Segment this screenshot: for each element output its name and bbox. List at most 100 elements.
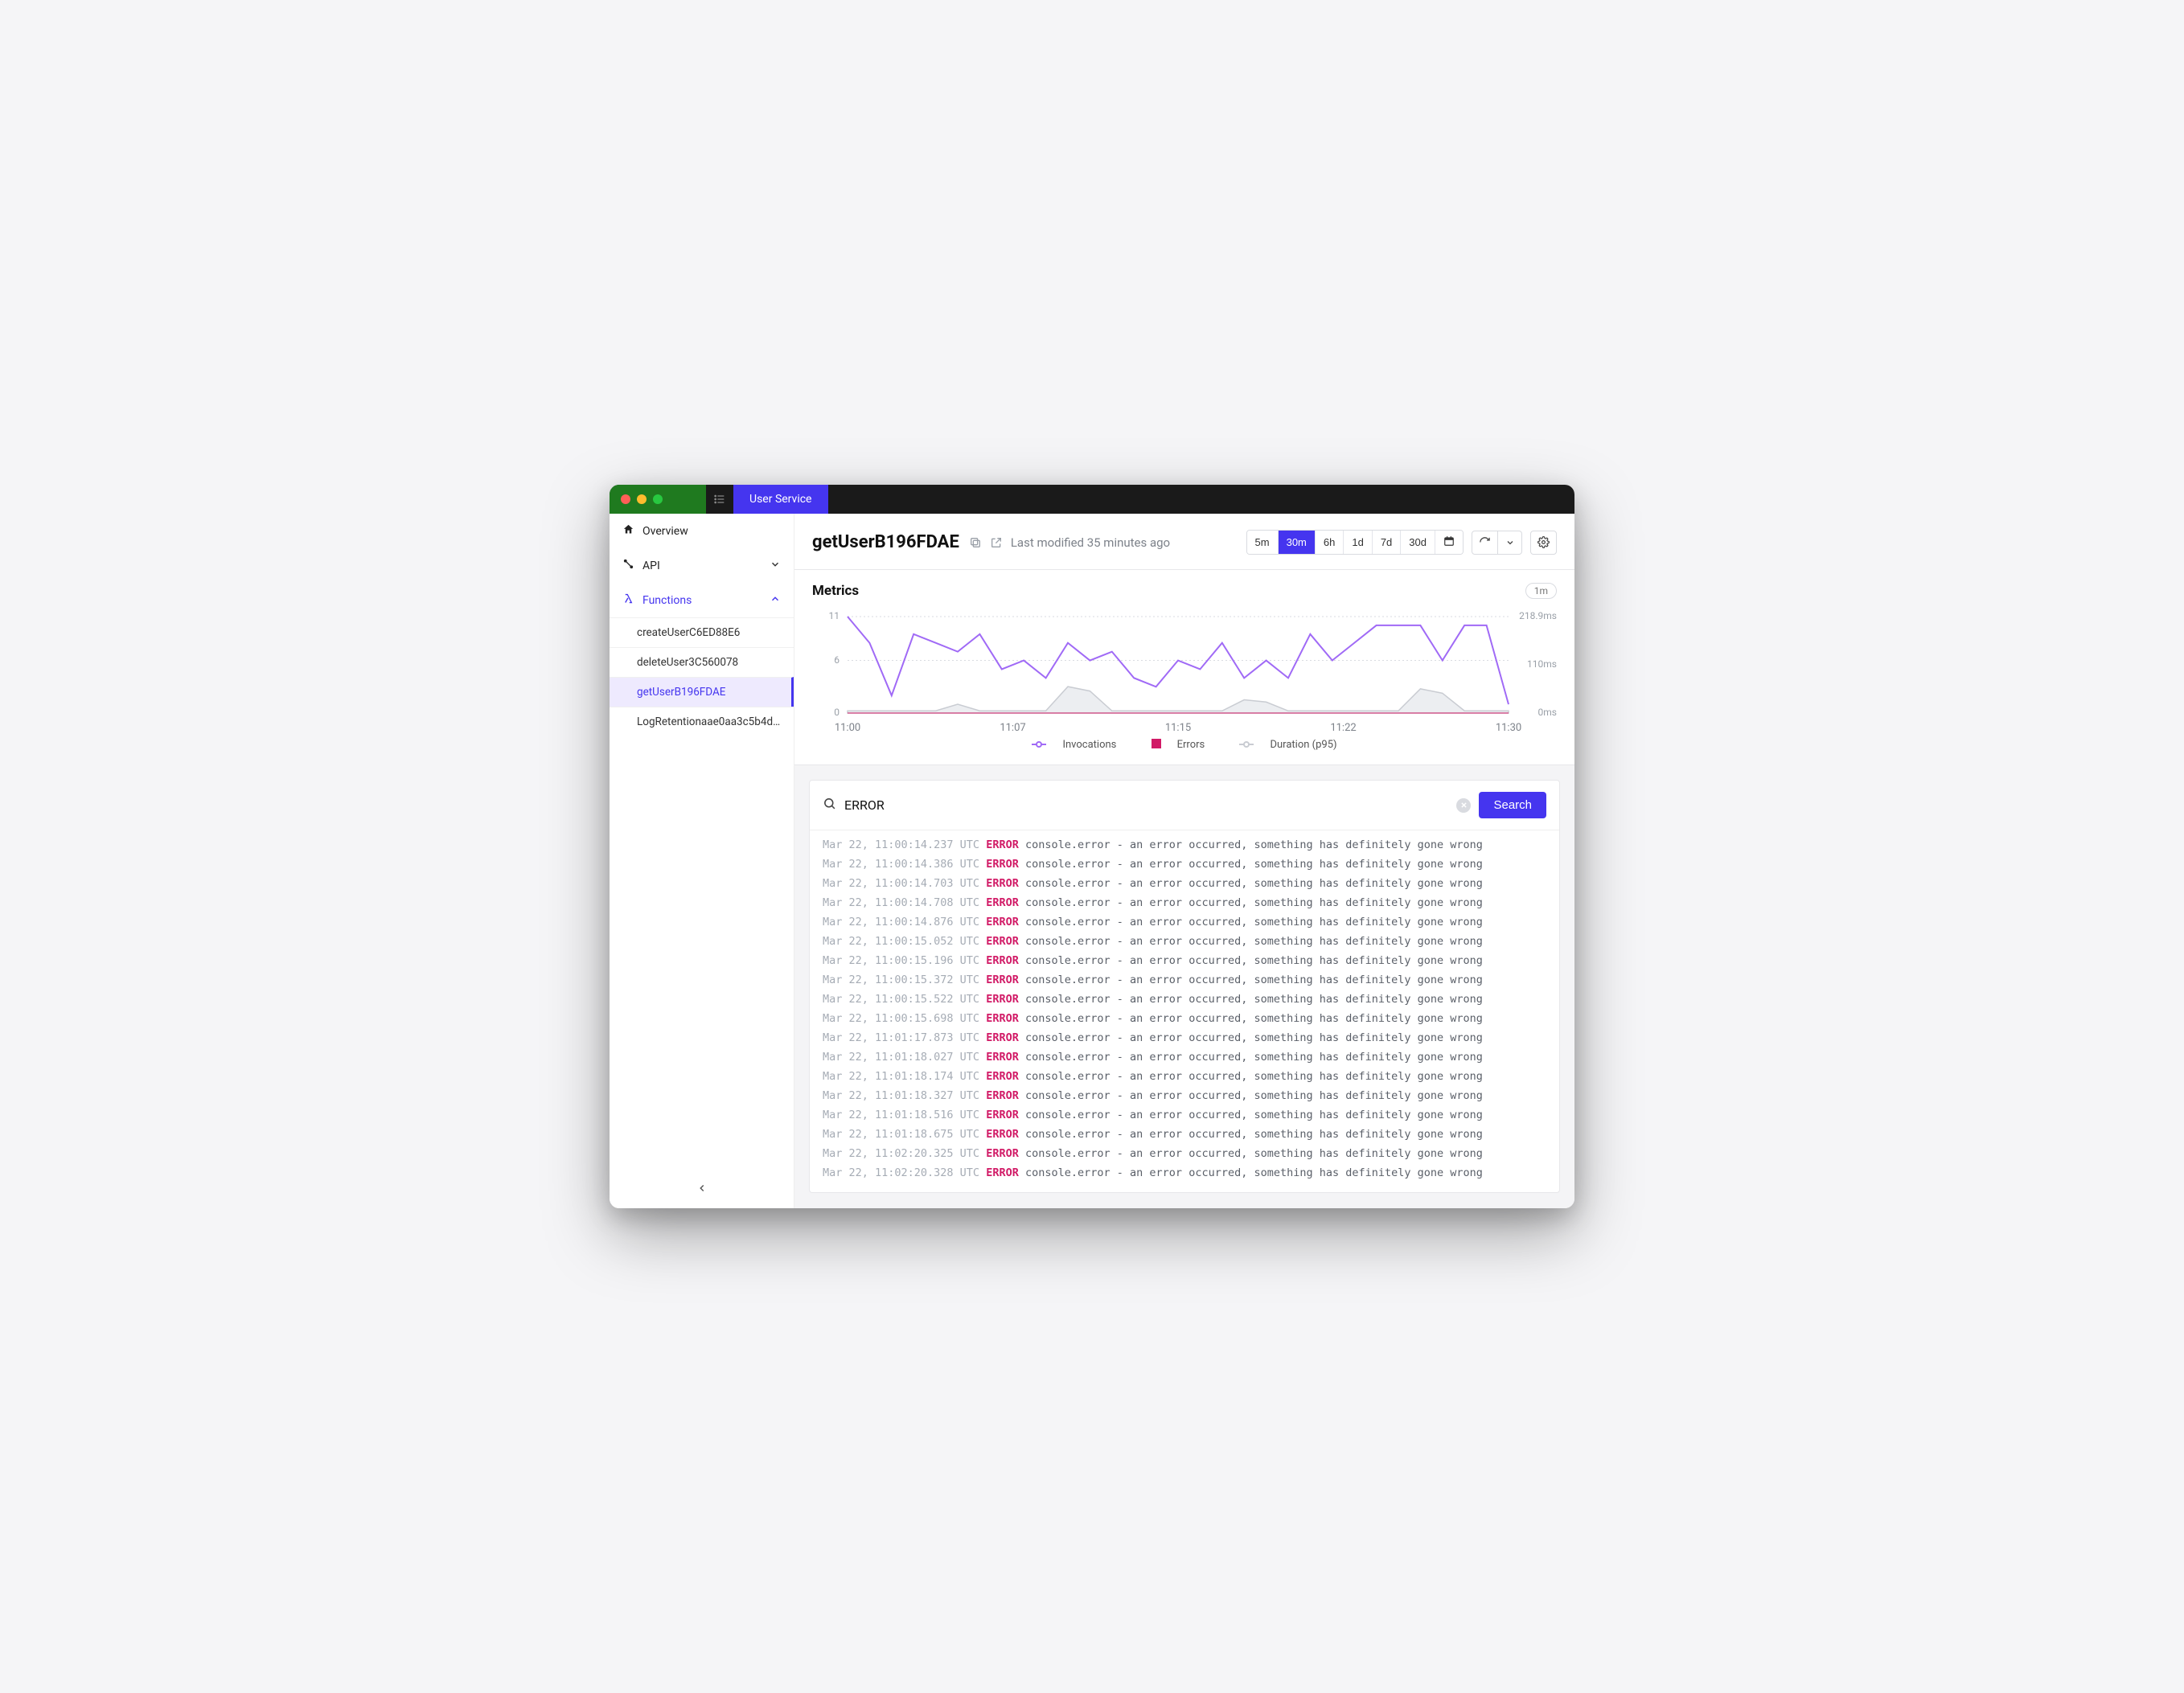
log-level: ERROR <box>986 1128 1019 1141</box>
legend-duration-icon <box>1239 740 1254 752</box>
log-line[interactable]: Mar 22, 11:00:15.052 UTC ERROR console.e… <box>810 932 1559 951</box>
legend-label: Duration (p95) <box>1270 739 1336 751</box>
log-level: ERROR <box>986 838 1019 851</box>
log-line[interactable]: Mar 22, 11:00:14.237 UTC ERROR console.e… <box>810 835 1559 855</box>
log-line[interactable]: Mar 22, 11:01:18.327 UTC ERROR console.e… <box>810 1086 1559 1105</box>
log-level: ERROR <box>986 993 1019 1006</box>
log-line[interactable]: Mar 22, 11:00:15.372 UTC ERROR console.e… <box>810 970 1559 990</box>
log-level: ERROR <box>986 858 1019 871</box>
search-icon <box>823 797 836 814</box>
legend-errors-icon <box>1152 739 1161 752</box>
sidebar-item-api[interactable]: API <box>610 548 794 583</box>
log-message: console.error - an error occurred, somet… <box>1025 974 1483 986</box>
log-level: ERROR <box>986 1031 1019 1044</box>
refresh-menu-button[interactable] <box>1498 531 1522 555</box>
time-range-segmented: 5m30m6h1d7d30d <box>1246 530 1464 555</box>
log-timestamp: Mar 22, 11:01:18.027 UTC <box>823 1051 979 1064</box>
log-timestamp: Mar 22, 11:01:18.516 UTC <box>823 1109 979 1121</box>
log-message: console.error - an error occurred, somet… <box>1025 896 1483 909</box>
log-timestamp: Mar 22, 11:01:18.174 UTC <box>823 1070 979 1083</box>
log-timestamp: Mar 22, 11:00:14.237 UTC <box>823 838 979 851</box>
calendar-button[interactable] <box>1435 531 1463 554</box>
log-message: console.error - an error occurred, somet… <box>1025 993 1483 1006</box>
collapse-sidebar-button[interactable] <box>696 1182 708 1197</box>
log-line[interactable]: Mar 22, 11:01:18.174 UTC ERROR console.e… <box>810 1067 1559 1086</box>
sidebar-label: Functions <box>642 594 692 607</box>
sidebar-subitem-function[interactable]: LogRetentionaae0aa3c5b4d4… <box>610 707 794 736</box>
log-message: console.error - an error occurred, somet… <box>1025 877 1483 890</box>
sidebar-item-overview[interactable]: Overview <box>610 514 794 548</box>
minimize-window-icon[interactable] <box>637 494 647 504</box>
log-message: console.error - an error occurred, somet… <box>1025 935 1483 948</box>
log-line[interactable]: Mar 22, 11:01:18.516 UTC ERROR console.e… <box>810 1105 1559 1125</box>
log-message: console.error - an error occurred, somet… <box>1025 1166 1483 1179</box>
close-window-icon[interactable] <box>621 494 630 504</box>
log-level: ERROR <box>986 954 1019 967</box>
function-list: createUserC6ED88E6deleteUser3C560078getU… <box>610 617 794 736</box>
log-line[interactable]: Mar 22, 11:00:15.196 UTC ERROR console.e… <box>810 951 1559 970</box>
refresh-button[interactable] <box>1472 531 1498 555</box>
maximize-window-icon[interactable] <box>653 494 663 504</box>
tab-label: User Service <box>749 493 812 506</box>
log-timestamp: Mar 22, 11:02:20.325 UTC <box>823 1147 979 1160</box>
log-message: console.error - an error occurred, somet… <box>1025 858 1483 871</box>
chevron-down-icon <box>770 559 781 573</box>
sidebar: Overview API Functions crea <box>610 514 794 1208</box>
log-line[interactable]: Mar 22, 11:00:15.522 UTC ERROR console.e… <box>810 990 1559 1009</box>
log-line[interactable]: Mar 22, 11:02:20.328 UTC ERROR console.e… <box>810 1163 1559 1183</box>
list-icon[interactable] <box>706 493 733 506</box>
log-line[interactable]: Mar 22, 11:00:14.876 UTC ERROR console.e… <box>810 912 1559 932</box>
lambda-icon <box>622 592 634 608</box>
range-1d[interactable]: 1d <box>1344 531 1372 554</box>
auto-refresh-pill[interactable]: 1m <box>1525 583 1557 599</box>
range-30m[interactable]: 30m <box>1279 531 1316 554</box>
log-line[interactable]: Mar 22, 11:01:18.675 UTC ERROR console.e… <box>810 1125 1559 1144</box>
range-7d[interactable]: 7d <box>1373 531 1401 554</box>
log-line[interactable]: Mar 22, 11:01:18.027 UTC ERROR console.e… <box>810 1047 1559 1067</box>
y-right-tick: 0ms <box>1538 707 1557 718</box>
x-tick: 11:30 <box>1496 722 1521 734</box>
log-message: console.error - an error occurred, somet… <box>1025 916 1483 928</box>
page-title: getUserB196FDAE <box>812 532 959 552</box>
y-left-tick: 11 <box>829 610 840 621</box>
search-button[interactable]: Search <box>1479 792 1546 818</box>
log-line[interactable]: Mar 22, 11:00:14.708 UTC ERROR console.e… <box>810 893 1559 912</box>
log-level: ERROR <box>986 935 1019 948</box>
log-line[interactable]: Mar 22, 11:02:20.325 UTC ERROR console.e… <box>810 1144 1559 1163</box>
log-line[interactable]: Mar 22, 11:01:17.873 UTC ERROR console.e… <box>810 1028 1559 1047</box>
legend-invocations-icon <box>1032 740 1046 752</box>
log-timestamp: Mar 22, 11:01:18.675 UTC <box>823 1128 979 1141</box>
external-link-icon[interactable] <box>990 536 1003 549</box>
sidebar-subitem-function[interactable]: deleteUser3C560078 <box>610 647 794 677</box>
log-list: Mar 22, 11:00:14.237 UTC ERROR console.e… <box>810 830 1559 1192</box>
legend-label: Invocations <box>1062 739 1116 751</box>
sidebar-item-functions[interactable]: Functions <box>610 583 794 617</box>
log-level: ERROR <box>986 1147 1019 1160</box>
range-30d[interactable]: 30d <box>1401 531 1435 554</box>
sidebar-subitem-function[interactable]: getUserB196FDAE <box>610 677 794 707</box>
range-6h[interactable]: 6h <box>1316 531 1344 554</box>
tab-service[interactable]: User Service <box>733 485 828 514</box>
last-modified: Last modified 35 minutes ago <box>1011 535 1170 550</box>
log-line[interactable]: Mar 22, 11:00:15.698 UTC ERROR console.e… <box>810 1009 1559 1028</box>
clear-search-button[interactable] <box>1456 798 1471 813</box>
log-line[interactable]: Mar 22, 11:00:14.703 UTC ERROR console.e… <box>810 874 1559 893</box>
refresh-group <box>1472 531 1522 555</box>
window-controls <box>610 485 706 514</box>
log-timestamp: Mar 22, 11:00:14.386 UTC <box>823 858 979 871</box>
metrics-card: Metrics 1m 06110ms110ms218.9ms11:0011:07… <box>794 570 1574 765</box>
copy-icon[interactable] <box>969 536 982 549</box>
settings-button[interactable] <box>1530 531 1557 555</box>
log-line[interactable]: Mar 22, 11:00:14.386 UTC ERROR console.e… <box>810 855 1559 874</box>
sidebar-subitem-function[interactable]: createUserC6ED88E6 <box>610 617 794 647</box>
log-message: console.error - an error occurred, somet… <box>1025 1109 1483 1121</box>
x-tick: 11:00 <box>835 722 860 734</box>
log-timestamp: Mar 22, 11:00:15.196 UTC <box>823 954 979 967</box>
titlebar: User Service <box>610 485 1574 514</box>
chevron-up-icon <box>770 593 781 608</box>
y-right-tick: 218.9ms <box>1519 610 1557 621</box>
log-search-input[interactable] <box>844 797 1448 813</box>
log-timestamp: Mar 22, 11:01:18.327 UTC <box>823 1089 979 1102</box>
log-level: ERROR <box>986 1051 1019 1064</box>
range-5m[interactable]: 5m <box>1247 531 1279 554</box>
